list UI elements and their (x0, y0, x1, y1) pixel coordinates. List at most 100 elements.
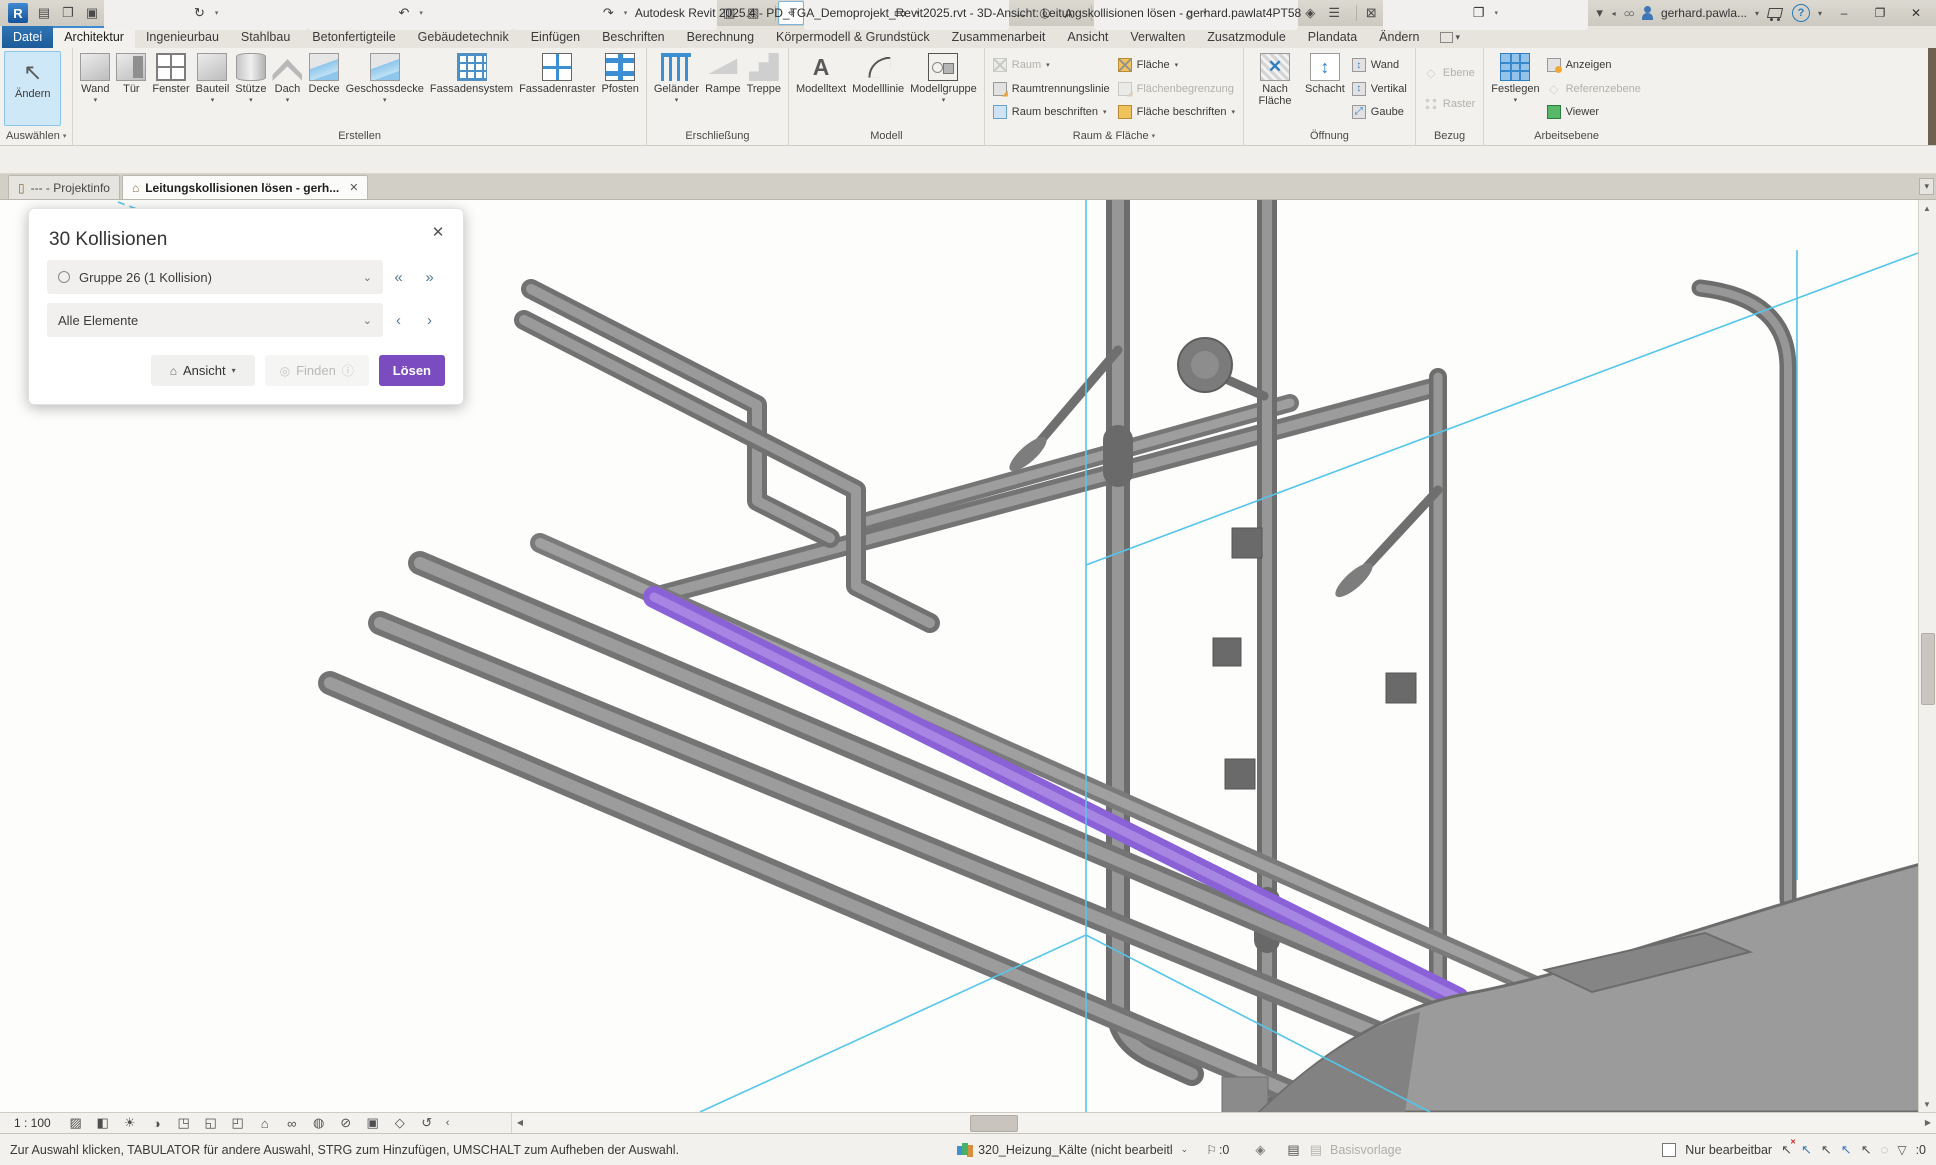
collapse-search-icon[interactable]: ◂ (1612, 9, 1616, 18)
search-icon[interactable] (1624, 6, 1633, 20)
panel-label-auswaehlen[interactable]: Auswählen▾ (0, 126, 72, 145)
scroll-up-icon[interactable]: ▲ (1919, 200, 1935, 216)
close-button[interactable]: ✕ (1902, 3, 1930, 23)
workset-selector[interactable]: 320_Heizung_Kälte (nicht bearbeitl ⌄ (957, 1143, 1188, 1157)
horizontal-scrollbar[interactable]: ◀ ▶ (511, 1113, 1936, 1133)
floor-button[interactable]: Geschossdecke▾ (343, 51, 427, 126)
temporary-hide-isolate-icon[interactable]: ◍ (307, 1114, 331, 1132)
user-menu-caret-icon[interactable]: ▾ (1755, 9, 1759, 18)
previous-element-button[interactable]: ‹ (383, 312, 414, 329)
separator[interactable] (1348, 5, 1357, 21)
drag-on-selection-toggle[interactable]: ↖ (1861, 1142, 1872, 1158)
roof-button[interactable]: Dach▾ (269, 51, 305, 126)
loesen-button[interactable]: Lösen (379, 355, 445, 386)
restore-button[interactable]: ❐ (1866, 3, 1894, 23)
render-dialog-icon[interactable]: ◳ (172, 1114, 196, 1132)
view-tab-list-button[interactable]: ▾ (1919, 178, 1934, 195)
model-group-button[interactable]: Modellgruppe▾ (907, 51, 980, 126)
properties-icon[interactable]: ▤ (32, 2, 56, 24)
collision-group-dropdown[interactable]: Gruppe 26 (1 Kollision) ⌄ (47, 260, 383, 294)
column-button[interactable]: Stütze▾ (232, 51, 269, 126)
tab-datei[interactable]: Datei (2, 26, 53, 48)
help-icon[interactable]: ? (1792, 4, 1810, 22)
editable-only-checkbox[interactable] (1662, 1143, 1676, 1157)
lock-3d-view-icon[interactable]: ⌂ (253, 1114, 277, 1132)
shaft-opening-button[interactable]: Schacht (1302, 51, 1348, 126)
active-options-list-icon[interactable]: ▤ (1287, 1142, 1299, 1158)
railing-button[interactable]: Geländer▾ (651, 51, 702, 126)
detail-level-icon[interactable]: ▨ (64, 1114, 88, 1132)
view-bar-collapse-icon[interactable]: ‹ (446, 1117, 450, 1129)
ramp-button[interactable]: Rampe (702, 51, 743, 126)
previous-group-button[interactable]: « (383, 269, 414, 286)
model-line-button[interactable]: Modelllinie (849, 51, 907, 126)
render-icon[interactable]: ◈ (1298, 2, 1322, 24)
show-crop-region-icon[interactable]: ◰ (226, 1114, 250, 1132)
doc-tab-leitungskollisionen[interactable]: ⌂ Leitungskollisionen lösen - gerh... ✕ (122, 175, 369, 199)
crop-view-icon[interactable]: ◱ (199, 1114, 223, 1132)
pin-selection-toggle[interactable]: ↖ (1821, 1142, 1832, 1158)
room-separator-button[interactable]: Raumtrennungslinie (993, 80, 1110, 98)
ceiling-button[interactable]: Decke (305, 51, 342, 126)
selection-set-icon[interactable]: ◌ (1881, 1142, 1889, 1157)
ansicht-button[interactable]: ⌂ Ansicht ▾ (151, 355, 255, 386)
wall-button[interactable]: Wand▾ (77, 51, 113, 126)
displaced-elements-icon[interactable]: ◇ (388, 1114, 412, 1132)
minimize-button[interactable]: – (1830, 3, 1858, 23)
area-button[interactable]: Fläche▾ (1118, 56, 1235, 74)
undo-icon[interactable]: ↶ (308, 0, 512, 30)
tag-area-button[interactable]: Fläche beschriften▾ (1118, 103, 1235, 121)
link-selection-toggle[interactable]: ↖ (1781, 1142, 1792, 1158)
vertical-scrollbar[interactable]: ▲ ▼ (1918, 200, 1936, 1112)
visibility-list-icon[interactable]: ☰ (1322, 2, 1346, 24)
view-tab-close-icon[interactable]: ✕ (349, 181, 358, 194)
shadows-icon[interactable]: ◑ (145, 1114, 169, 1132)
dialog-close-icon[interactable]: ✕ (428, 222, 448, 242)
revit-logo[interactable]: R (8, 3, 28, 23)
panel-label-raum-flaeche[interactable]: Raum & Fläche▾ (985, 126, 1243, 145)
help-caret-icon[interactable]: ▾ (1818, 9, 1822, 18)
model-text-button[interactable]: A Modelltext (793, 51, 849, 126)
scroll-left-icon[interactable]: ◀ (512, 1113, 528, 1132)
temporary-view-properties-icon[interactable]: ▣ (361, 1114, 385, 1132)
switch-windows-icon[interactable]: ❐ (1383, 0, 1587, 30)
tag-room-button[interactable]: Raum beschriften▾ (993, 103, 1110, 121)
reveal-hidden-elements-icon[interactable]: ∞ (280, 1114, 304, 1132)
window-button[interactable]: Fenster (149, 51, 192, 126)
face-selection-toggle[interactable]: ↖ (1841, 1142, 1852, 1158)
vertical-scrollbar-thumb[interactable] (1921, 633, 1935, 705)
open-icon[interactable]: ❐ (56, 2, 80, 24)
drawing-area[interactable]: 30 Kollisionen ✕ Gruppe 26 (1 Kollision)… (0, 200, 1936, 1112)
horizontal-scrollbar-thumb[interactable] (970, 1115, 1018, 1132)
dormer-opening-button[interactable]: Gaube (1352, 103, 1407, 121)
scroll-right-icon[interactable]: ▶ (1920, 1113, 1936, 1132)
modify-button[interactable]: ↖ Ändern (4, 51, 61, 126)
tab-plandata[interactable]: Plandata (1297, 26, 1368, 48)
user-menu[interactable]: gerhard.pawla... (1661, 6, 1747, 20)
worksharing-display-icon[interactable]: ⊘ (334, 1114, 358, 1132)
next-group-button[interactable]: » (414, 269, 445, 286)
set-work-plane-button[interactable]: Festlegen▾ (1488, 51, 1542, 126)
curtain-system-button[interactable]: Fassadensystem (427, 51, 516, 126)
mullion-button[interactable]: Pfosten (599, 51, 642, 126)
close-inactive-windows-icon[interactable]: ⊠ (1359, 2, 1383, 24)
vertical-opening-button[interactable]: Vertikal (1352, 80, 1407, 98)
opening-by-face-button[interactable]: Nach Fläche (1248, 51, 1302, 126)
stair-button[interactable]: Treppe (744, 51, 784, 126)
next-element-button[interactable]: › (414, 312, 445, 329)
doc-tab-projektinfo[interactable]: ▯ --- - Projektinfo ✕ (8, 175, 120, 199)
save-icon[interactable]: ▣ (80, 2, 104, 24)
wall-opening-button[interactable]: Wand (1352, 56, 1407, 74)
reveal-constraints-icon[interactable]: ↺ (415, 1114, 439, 1132)
design-option-value[interactable]: Basisvorlage (1330, 1143, 1402, 1157)
filter-icon[interactable]: ▽ (1897, 1143, 1906, 1157)
scale-control[interactable]: 1 : 100 (14, 1116, 51, 1130)
sun-path-icon[interactable]: ☀ (118, 1114, 142, 1132)
scroll-down-icon[interactable]: ▼ (1919, 1096, 1935, 1112)
underlay-selection-toggle[interactable]: ↖ (1801, 1142, 1812, 1158)
sync-icon[interactable]: ↻ (104, 0, 308, 30)
elements-dropdown[interactable]: Alle Elemente ⌄ (47, 303, 383, 337)
work-plane-viewer-button[interactable]: Viewer (1547, 103, 1641, 121)
curtain-grid-button[interactable]: Fassadenraster (516, 51, 598, 126)
visual-style-icon[interactable]: ◧ (91, 1114, 115, 1132)
